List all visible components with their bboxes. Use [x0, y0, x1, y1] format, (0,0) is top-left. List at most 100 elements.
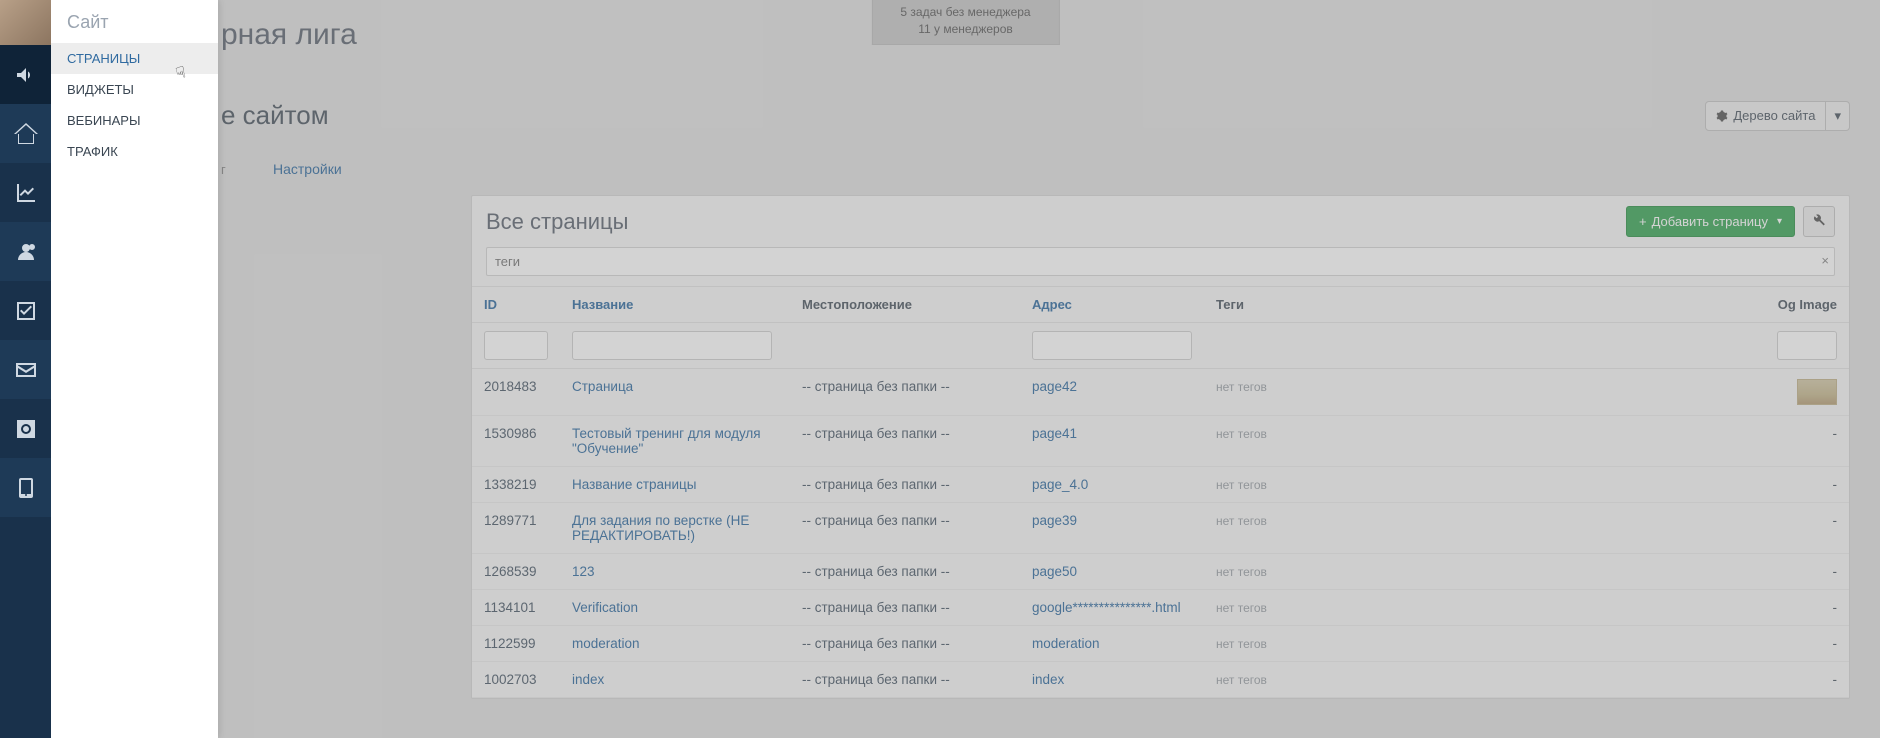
- cell-id: 2018483: [472, 369, 560, 416]
- page-name-link[interactable]: 123: [572, 564, 595, 579]
- cell-tags: нет тегов: [1216, 514, 1267, 528]
- cell-tags: нет тегов: [1216, 637, 1267, 651]
- cell-location: -- страница без папки --: [790, 467, 1020, 503]
- sidebar-gear-box-icon[interactable]: [0, 399, 51, 458]
- tab-folders-hidden: г: [221, 162, 226, 177]
- page-address-link[interactable]: page42: [1032, 379, 1077, 394]
- plus-icon: +: [1639, 214, 1647, 229]
- table-row[interactable]: 1002703 index -- страница без папки -- inde…: [472, 662, 1849, 698]
- cell-location: -- страница без папки --: [790, 662, 1020, 698]
- col-id[interactable]: ID: [472, 287, 560, 323]
- table-row[interactable]: 1530986Тестовый тренинг для модуля "Обуч…: [472, 416, 1849, 467]
- page-address-link[interactable]: google***************.html: [1032, 600, 1181, 615]
- filter-address[interactable]: [1032, 331, 1192, 360]
- tree-button[interactable]: Дерево сайта: [1705, 101, 1826, 131]
- panel-title: Все страницы: [486, 209, 628, 235]
- og-dash: -: [1833, 636, 1838, 651]
- page-address-link[interactable]: moderation: [1032, 636, 1100, 651]
- cell-tags: нет тегов: [1216, 478, 1267, 492]
- tree-button-dropdown[interactable]: ▾: [1826, 101, 1850, 131]
- page-name-link[interactable]: moderation: [572, 636, 640, 651]
- page-name-link[interactable]: Для задания по верстке (НЕ РЕДАКТИРОВАТЬ…: [572, 513, 749, 543]
- tab-settings[interactable]: Настройки: [273, 161, 382, 177]
- page-address-link[interactable]: page39: [1032, 513, 1077, 528]
- sidebar-house-icon[interactable]: [0, 104, 51, 163]
- table-row[interactable]: 1338219Название страницы-- страница без …: [472, 467, 1849, 503]
- icon-sidebar: [0, 0, 51, 738]
- cell-location: -- страница без папки --: [790, 626, 1020, 662]
- table-row[interactable]: 1289771 Для задания по верстке (НЕ РЕДАКТ…: [472, 503, 1849, 554]
- page-subtitle: е сайтом: [221, 100, 329, 131]
- og-dash: -: [1833, 426, 1838, 441]
- flyout-title: Сайт: [51, 0, 218, 43]
- page-name-link[interactable]: Тестовый тренинг для модуля "Обучение": [572, 426, 761, 456]
- page-name-link[interactable]: index: [572, 672, 604, 687]
- col-og: Og Image: [1765, 287, 1849, 323]
- settings-button[interactable]: [1803, 206, 1835, 237]
- og-dash: -: [1833, 672, 1838, 687]
- cell-tags: нет тегов: [1216, 380, 1267, 394]
- og-thumbnail: [1797, 379, 1837, 405]
- cell-location: -- страница без папки --: [790, 503, 1020, 554]
- sidebar-phone-icon[interactable]: [0, 458, 51, 517]
- page-address-link[interactable]: page41: [1032, 426, 1077, 441]
- cell-location: -- страница без папки --: [790, 590, 1020, 626]
- filter-row: [472, 323, 1849, 369]
- table-row[interactable]: 1268539 123 -- страница без папки -- page50…: [472, 554, 1849, 590]
- og-dash: -: [1833, 513, 1838, 528]
- flyout-item-webinars[interactable]: ВЕБИНАРЫ: [51, 105, 218, 136]
- add-page-button[interactable]: + Добавить страницу ▾: [1626, 206, 1795, 237]
- cell-location: -- страница без папки --: [790, 554, 1020, 590]
- cell-tags: нет тегов: [1216, 427, 1267, 441]
- cell-id: 1122599: [472, 626, 560, 662]
- sidebar-chart-icon[interactable]: [0, 163, 51, 222]
- cell-tags: нет тегов: [1216, 673, 1267, 687]
- col-location: Местоположение: [790, 287, 1020, 323]
- tree-button-group: Дерево сайта ▾: [1705, 101, 1850, 131]
- tags-input[interactable]: [486, 247, 1835, 276]
- filter-name[interactable]: [572, 331, 772, 360]
- gear-icon: [1716, 110, 1728, 122]
- banner-line2: 11 у менеджеров: [900, 21, 1030, 38]
- cell-id: 1289771: [472, 503, 560, 554]
- sidebar-mail-icon[interactable]: [0, 340, 51, 399]
- sidebar-users-icon[interactable]: [0, 222, 51, 281]
- flyout-item-traffic[interactable]: ТРАФИК: [51, 136, 218, 167]
- flyout-item-widgets[interactable]: ВИДЖЕТЫ: [51, 74, 218, 105]
- avatar[interactable]: [0, 0, 51, 45]
- col-address[interactable]: Адрес: [1020, 287, 1204, 323]
- cell-id: 1268539: [472, 554, 560, 590]
- cell-location: -- страница без папки --: [790, 416, 1020, 467]
- table-row[interactable]: 2018483Страница-- страница без папки --p…: [472, 369, 1849, 416]
- tags-clear-button[interactable]: ×: [1813, 249, 1837, 272]
- og-dash: -: [1833, 477, 1838, 492]
- page-address-link[interactable]: page_4.0: [1032, 477, 1088, 492]
- table-row[interactable]: 1134101 Verification -- страница без папки…: [472, 590, 1849, 626]
- chevron-down-icon: ▾: [1777, 216, 1782, 227]
- table-row[interactable]: 1122599 moderation -- страница без папки -…: [472, 626, 1849, 662]
- filter-id[interactable]: [484, 331, 548, 360]
- og-dash: -: [1833, 564, 1838, 579]
- wrench-icon: [1812, 213, 1826, 227]
- cell-tags: нет тегов: [1216, 601, 1267, 615]
- tree-button-label: Дерево сайта: [1733, 108, 1815, 123]
- add-page-label: Добавить страницу: [1652, 214, 1768, 229]
- flyout-item-pages[interactable]: СТРАНИЦЫ: [51, 43, 218, 74]
- task-banner[interactable]: 5 задач без менеджера 11 у менеджеров: [871, 0, 1059, 45]
- sidebar-check-icon[interactable]: [0, 281, 51, 340]
- page-name-link[interactable]: Verification: [572, 600, 638, 615]
- flyout-menu: Сайт СТРАНИЦЫ ВИДЖЕТЫ ВЕБИНАРЫ ТРАФИК: [51, 0, 218, 738]
- og-dash: -: [1833, 600, 1838, 615]
- page-name-link[interactable]: Название страницы: [572, 477, 696, 492]
- cell-id: 1134101: [472, 590, 560, 626]
- page-address-link[interactable]: index: [1032, 672, 1064, 687]
- cell-id: 1002703: [472, 662, 560, 698]
- page-name-link[interactable]: Страница: [572, 379, 633, 394]
- page-address-link[interactable]: page50: [1032, 564, 1077, 579]
- chevron-down-icon: ▾: [1834, 108, 1841, 124]
- cell-tags: нет тегов: [1216, 565, 1267, 579]
- filter-og[interactable]: [1777, 331, 1837, 360]
- col-name[interactable]: Название: [560, 287, 790, 323]
- pages-table: ID Название Местоположение Адрес Теги Og…: [472, 286, 1849, 698]
- sidebar-speaker-icon[interactable]: [0, 45, 51, 104]
